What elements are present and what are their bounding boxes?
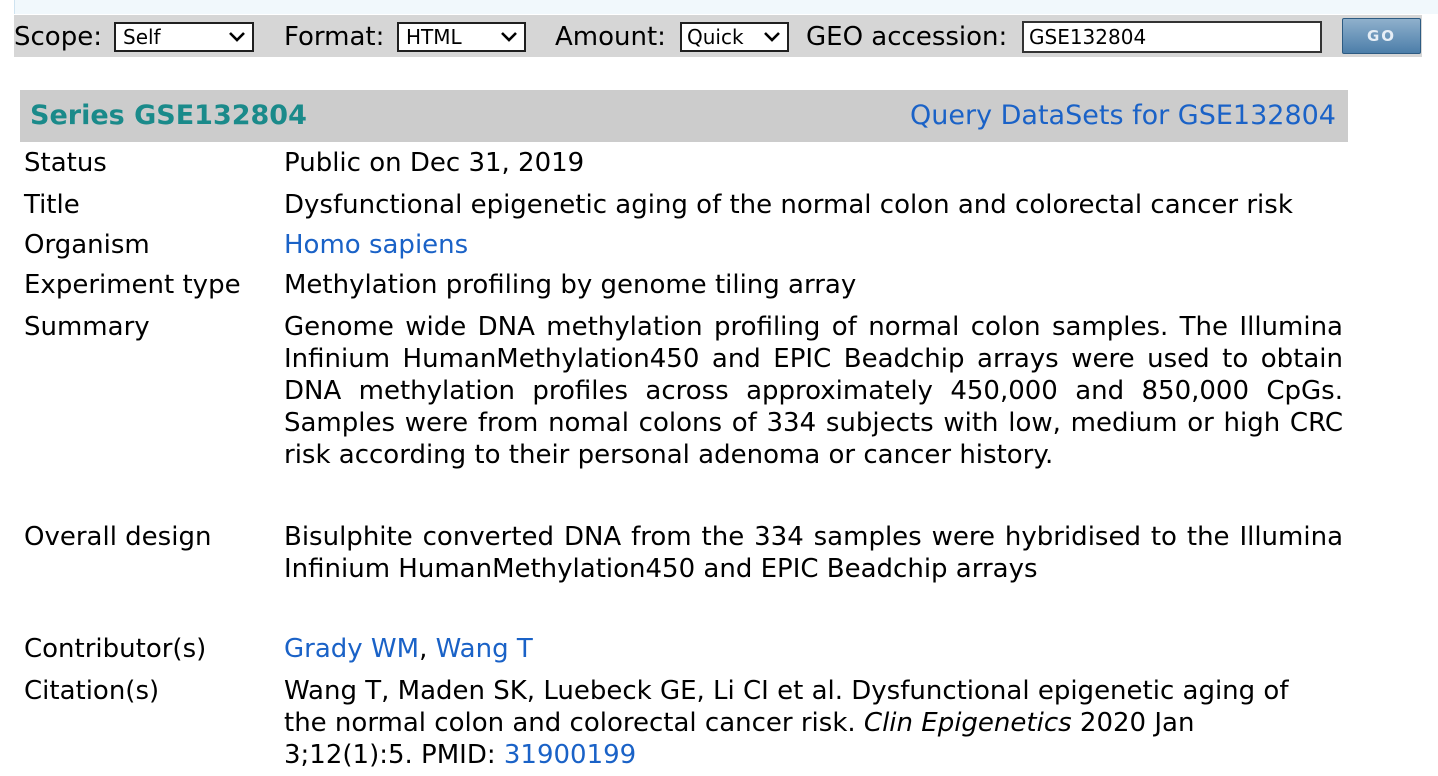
citation-value: Wang T, Maden SK, Luebeck GE, Li CI et a… [284,675,1324,771]
geo-accession-label: GEO accession: [806,22,1008,52]
organism-link[interactable]: Homo sapiens [284,230,468,260]
contributor-link[interactable]: Wang T [436,634,533,664]
go-button[interactable]: GO [1342,18,1421,54]
chevron-down-icon [764,32,780,42]
overall-design-label: Overall design [24,522,212,552]
status-value: Public on Dec 31, 2019 [284,148,585,178]
scope-label: Scope: [14,22,102,52]
pmid-link[interactable]: 31900199 [504,740,636,770]
series-title: Series GSE132804 [30,100,307,131]
query-datasets-link[interactable]: Query DataSets for GSE132804 [910,99,1336,133]
chevron-down-icon [229,32,245,42]
status-label: Status [24,148,107,178]
title-label: Title [24,190,80,220]
title-value: Dysfunctional epigenetic aging of the no… [284,190,1293,220]
contributor-separator: , [419,634,436,664]
search-toolbar: Scope: Self Format: HTML Amount: Quick G… [14,15,1422,57]
citation-label: Citation(s) [24,676,160,706]
summary-label: Summary [24,312,150,342]
amount-select[interactable]: Quick [680,22,789,52]
contributors-row: Grady WM, Wang T [284,633,1344,665]
overall-design-value: Bisulphite converted DNA from the 334 sa… [284,522,1343,584]
citation-journal: Clin Epigenetics [863,708,1072,738]
top-strip [14,0,1438,14]
contributor-link[interactable]: Grady WM [284,634,419,664]
amount-select-value: Quick [687,25,744,49]
experiment-type-label: Experiment type [24,270,241,300]
scope-select[interactable]: Self [114,22,254,52]
format-label: Format: [284,22,385,52]
chevron-down-icon [501,32,517,42]
format-select[interactable]: HTML [397,22,526,52]
series-header: Series GSE132804 Query DataSets for GSE1… [20,90,1348,142]
amount-label: Amount: [555,22,666,52]
experiment-type-value: Methylation profiling by genome tiling a… [284,270,857,300]
format-select-value: HTML [406,25,462,49]
contributors-label: Contributor(s) [24,634,207,664]
geo-accession-input[interactable]: GSE132804 [1022,21,1322,53]
summary-value: Genome wide DNA methylation profiling of… [284,312,1343,470]
organism-row: Homo sapiens [284,229,1344,261]
scope-select-value: Self [123,25,161,49]
organism-label: Organism [24,230,150,260]
